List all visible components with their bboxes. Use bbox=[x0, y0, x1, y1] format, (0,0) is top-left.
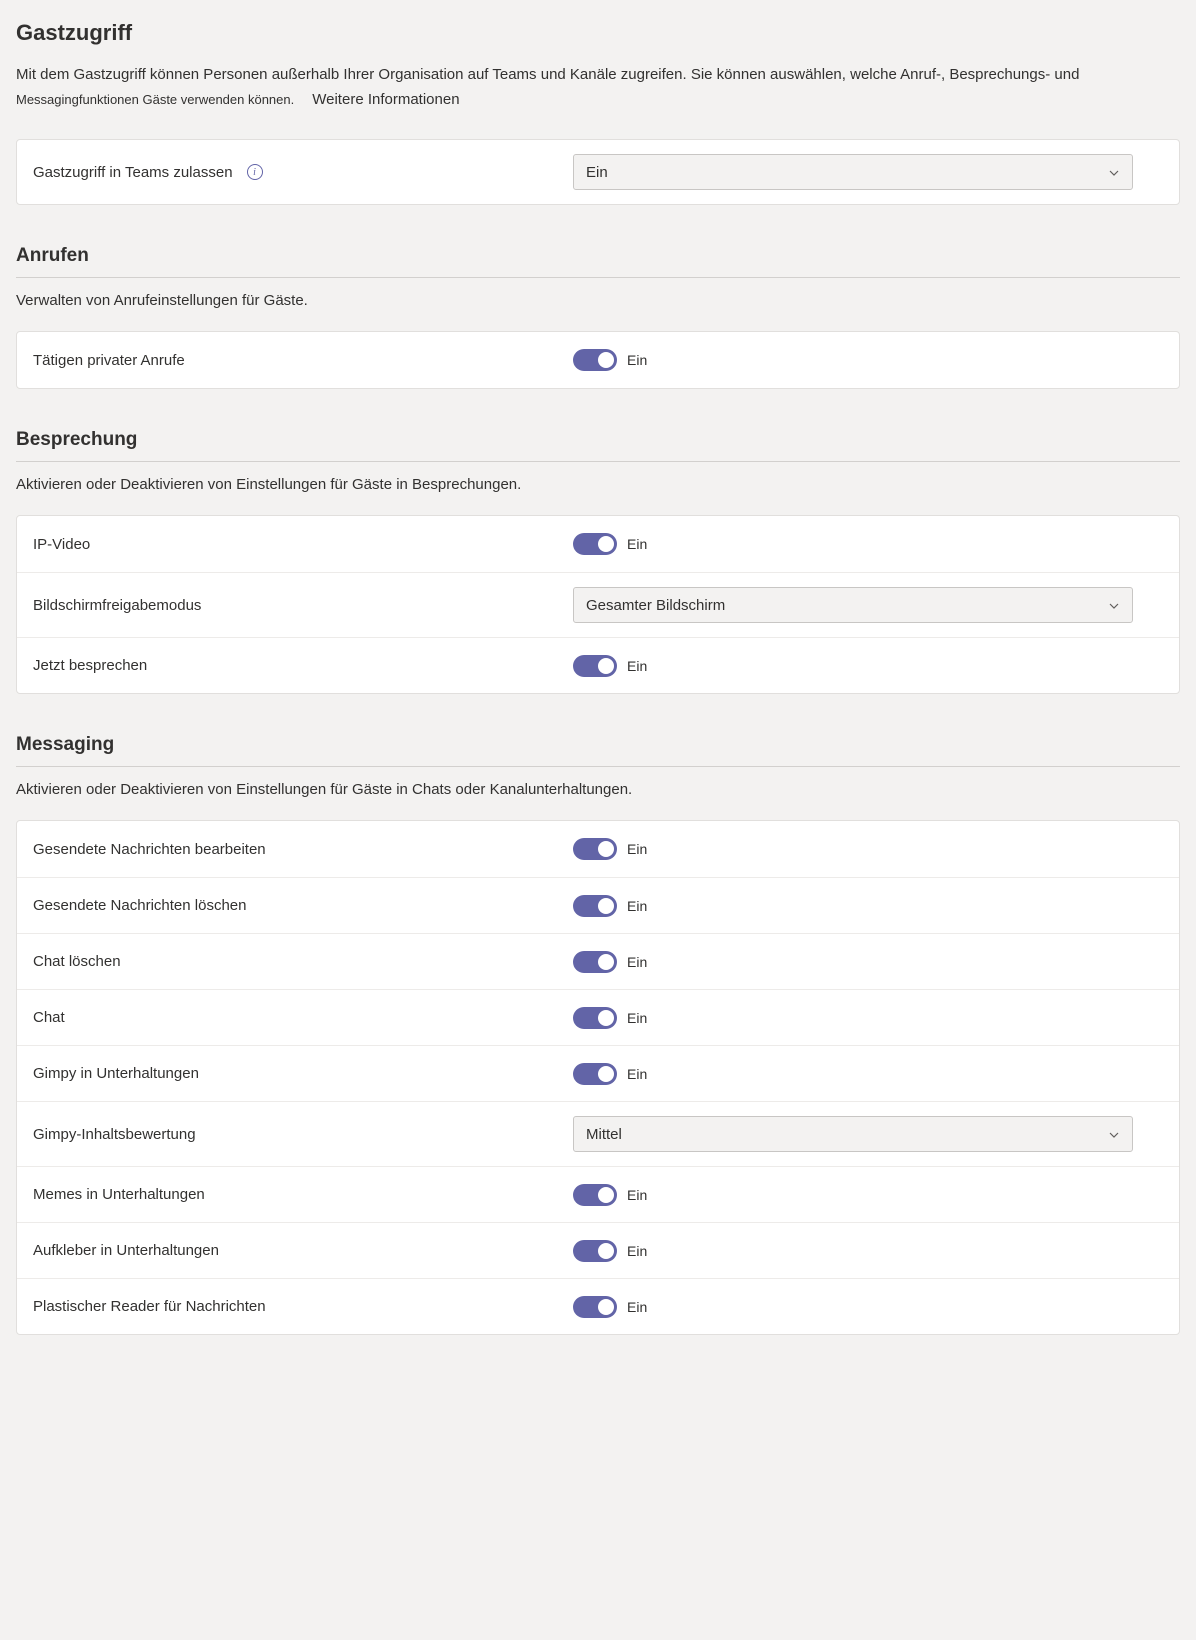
page-description: Mit dem Gastzugriff können Personen auße… bbox=[16, 64, 1180, 111]
meeting-desc: Aktivieren oder Deaktivieren von Einstel… bbox=[16, 476, 1180, 493]
info-icon[interactable]: i bbox=[247, 164, 263, 180]
page-header: Gastzugriff Mit dem Gastzugriff können P… bbox=[16, 20, 1180, 111]
messaging-section: Messaging Aktivieren oder Deaktivieren v… bbox=[16, 734, 1180, 1335]
chat-label: Chat bbox=[33, 1009, 573, 1026]
table-row: Plastischer Reader für Nachrichten Ein bbox=[17, 1278, 1179, 1334]
chevron-down-icon bbox=[1108, 166, 1120, 178]
gimpy-conversations-toggle[interactable] bbox=[573, 1063, 617, 1085]
stickers-label: Aufkleber in Unterhaltungen bbox=[33, 1242, 573, 1259]
private-calls-control: Ein bbox=[573, 349, 1163, 371]
edit-sent-toggle[interactable] bbox=[573, 838, 617, 860]
screen-share-control: Gesamter Bildschirm bbox=[573, 587, 1163, 623]
delete-chat-label: Chat löschen bbox=[33, 953, 573, 970]
memes-toggle[interactable] bbox=[573, 1184, 617, 1206]
memes-control: Ein bbox=[573, 1184, 1163, 1206]
private-calls-toggle-label: Ein bbox=[627, 352, 647, 368]
guest-access-select-value: Ein bbox=[586, 164, 608, 181]
chat-toggle-label: Ein bbox=[627, 1010, 647, 1026]
chevron-down-icon bbox=[1108, 1128, 1120, 1140]
gimpy-rating-control: Mittel bbox=[573, 1116, 1163, 1152]
page-description-line2: Messagingfunktionen Gäste verwenden könn… bbox=[16, 90, 294, 110]
messaging-title: Messaging bbox=[16, 734, 1180, 767]
edit-sent-toggle-label: Ein bbox=[627, 841, 647, 857]
page-description-line2-wrap: Messagingfunktionen Gäste verwenden könn… bbox=[16, 89, 1180, 112]
delete-sent-control: Ein bbox=[573, 895, 1163, 917]
table-row: Memes in Unterhaltungen Ein bbox=[17, 1166, 1179, 1222]
guest-access-label: Gastzugriff in Teams zulassen bbox=[33, 164, 233, 181]
gimpy-conversations-toggle-label: Ein bbox=[627, 1066, 647, 1082]
messaging-card: Gesendete Nachrichten bearbeiten Ein Ges… bbox=[16, 820, 1180, 1335]
screen-share-select-value: Gesamter Bildschirm bbox=[586, 597, 725, 614]
chat-control: Ein bbox=[573, 1007, 1163, 1029]
gimpy-rating-select-value: Mittel bbox=[586, 1126, 622, 1143]
more-info-link[interactable]: Weitere Informationen bbox=[312, 89, 459, 112]
page-description-line1: Mit dem Gastzugriff können Personen auße… bbox=[16, 64, 1180, 87]
guest-access-card: Gastzugriff in Teams zulassen i Ein bbox=[16, 139, 1180, 205]
immersive-reader-toggle-label: Ein bbox=[627, 1299, 647, 1315]
guest-access-label-wrap: Gastzugriff in Teams zulassen i bbox=[33, 164, 573, 181]
stickers-toggle[interactable] bbox=[573, 1240, 617, 1262]
stickers-control: Ein bbox=[573, 1240, 1163, 1262]
meet-now-control: Ein bbox=[573, 655, 1163, 677]
table-row: IP-Video Ein bbox=[17, 516, 1179, 572]
screen-share-label: Bildschirmfreigabemodus bbox=[33, 597, 573, 614]
meet-now-toggle-label: Ein bbox=[627, 658, 647, 674]
memes-label: Memes in Unterhaltungen bbox=[33, 1186, 573, 1203]
table-row: Gimpy-Inhaltsbewertung Mittel bbox=[17, 1101, 1179, 1166]
edit-sent-control: Ein bbox=[573, 838, 1163, 860]
delete-chat-toggle-label: Ein bbox=[627, 954, 647, 970]
ip-video-toggle[interactable] bbox=[573, 533, 617, 555]
table-row: Chat löschen Ein bbox=[17, 933, 1179, 989]
immersive-reader-control: Ein bbox=[573, 1296, 1163, 1318]
meet-now-toggle[interactable] bbox=[573, 655, 617, 677]
calling-section: Anrufen Verwalten von Anrufeinstellungen… bbox=[16, 245, 1180, 389]
gimpy-rating-label: Gimpy-Inhaltsbewertung bbox=[33, 1126, 573, 1143]
memes-toggle-label: Ein bbox=[627, 1187, 647, 1203]
meeting-card: IP-Video Ein Bildschirmfreigabemodus Ges… bbox=[16, 515, 1180, 694]
ip-video-label: IP-Video bbox=[33, 536, 573, 553]
private-calls-toggle[interactable] bbox=[573, 349, 617, 371]
table-row: Chat Ein bbox=[17, 989, 1179, 1045]
delete-chat-toggle[interactable] bbox=[573, 951, 617, 973]
table-row: Gimpy in Unterhaltungen Ein bbox=[17, 1045, 1179, 1101]
chat-toggle[interactable] bbox=[573, 1007, 617, 1029]
gimpy-conversations-label: Gimpy in Unterhaltungen bbox=[33, 1065, 573, 1082]
stickers-toggle-label: Ein bbox=[627, 1243, 647, 1259]
calling-title: Anrufen bbox=[16, 245, 1180, 278]
immersive-reader-label: Plastischer Reader für Nachrichten bbox=[33, 1298, 573, 1315]
ip-video-toggle-label: Ein bbox=[627, 536, 647, 552]
ip-video-control: Ein bbox=[573, 533, 1163, 555]
screen-share-select[interactable]: Gesamter Bildschirm bbox=[573, 587, 1133, 623]
meeting-section: Besprechung Aktivieren oder Deaktivieren… bbox=[16, 429, 1180, 694]
guest-access-select[interactable]: Ein bbox=[573, 154, 1133, 190]
guest-access-control: Ein bbox=[573, 154, 1163, 190]
delete-sent-toggle[interactable] bbox=[573, 895, 617, 917]
table-row: Gesendete Nachrichten bearbeiten Ein bbox=[17, 821, 1179, 877]
table-row: Bildschirmfreigabemodus Gesamter Bildsch… bbox=[17, 572, 1179, 637]
delete-sent-toggle-label: Ein bbox=[627, 898, 647, 914]
table-row: Jetzt besprechen Ein bbox=[17, 637, 1179, 693]
private-calls-label: Tätigen privater Anrufe bbox=[33, 352, 573, 369]
meeting-title: Besprechung bbox=[16, 429, 1180, 462]
gimpy-rating-select[interactable]: Mittel bbox=[573, 1116, 1133, 1152]
chevron-down-icon bbox=[1108, 599, 1120, 611]
guest-access-row: Gastzugriff in Teams zulassen i Ein bbox=[17, 140, 1179, 204]
gimpy-conversations-control: Ein bbox=[573, 1063, 1163, 1085]
messaging-desc: Aktivieren oder Deaktivieren von Einstel… bbox=[16, 781, 1180, 798]
delete-chat-control: Ein bbox=[573, 951, 1163, 973]
calling-card: Tätigen privater Anrufe Ein bbox=[16, 331, 1180, 389]
table-row: Tätigen privater Anrufe Ein bbox=[17, 332, 1179, 388]
edit-sent-label: Gesendete Nachrichten bearbeiten bbox=[33, 841, 573, 858]
delete-sent-label: Gesendete Nachrichten löschen bbox=[33, 897, 573, 914]
table-row: Aufkleber in Unterhaltungen Ein bbox=[17, 1222, 1179, 1278]
table-row: Gesendete Nachrichten löschen Ein bbox=[17, 877, 1179, 933]
page-title: Gastzugriff bbox=[16, 20, 1180, 46]
meet-now-label: Jetzt besprechen bbox=[33, 657, 573, 674]
calling-desc: Verwalten von Anrufeinstellungen für Gäs… bbox=[16, 292, 1180, 309]
immersive-reader-toggle[interactable] bbox=[573, 1296, 617, 1318]
